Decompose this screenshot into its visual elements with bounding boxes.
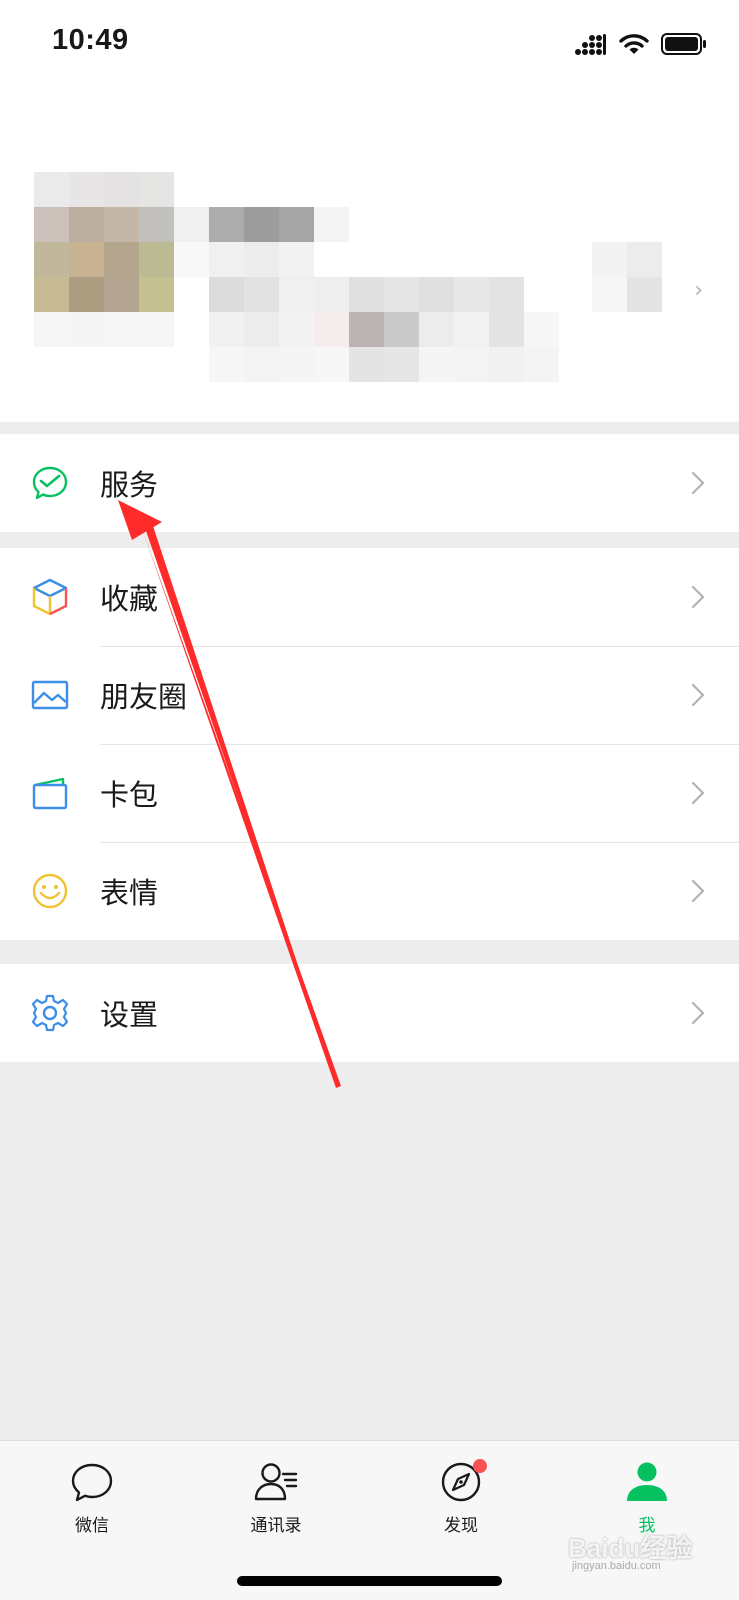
status-bar: 10:49 bbox=[0, 0, 739, 90]
card-wallet-icon bbox=[32, 777, 68, 810]
tab-discover-label: 发现 bbox=[444, 1516, 478, 1536]
me-person-icon bbox=[627, 1462, 667, 1501]
chevron-right-icon bbox=[691, 683, 705, 707]
battery-icon bbox=[661, 33, 706, 55]
chevron-right-icon bbox=[691, 879, 705, 903]
tab-contacts[interactable]: 通讯录 bbox=[216, 1459, 336, 1549]
menu-item-stickers-label: 表情 bbox=[100, 876, 159, 910]
menu-item-moments[interactable]: 朋友圈 bbox=[0, 646, 739, 744]
contacts-icon bbox=[254, 1463, 298, 1501]
moments-picture-icon bbox=[31, 680, 69, 710]
chevron-right-icon bbox=[691, 781, 705, 805]
tab-chats[interactable]: 微信 bbox=[32, 1459, 152, 1549]
chevron-right-icon bbox=[691, 585, 705, 609]
menu-group-main: 收藏 朋友圈 卡包 表情 bbox=[0, 548, 739, 940]
menu-item-favorites[interactable]: 收藏 bbox=[0, 548, 739, 646]
tab-contacts-label: 通讯录 bbox=[250, 1516, 302, 1536]
menu-item-card-wallet-label: 卡包 bbox=[100, 778, 159, 812]
menu-item-favorites-label: 收藏 bbox=[100, 582, 159, 616]
chat-bubble-icon bbox=[71, 1463, 113, 1502]
profile-header[interactable]: › bbox=[0, 90, 739, 422]
settings-gear-icon bbox=[31, 994, 69, 1032]
menu-item-settings[interactable]: 设置 bbox=[0, 964, 739, 1062]
tab-chats-label: 微信 bbox=[75, 1516, 109, 1536]
menu-item-moments-label: 朋友圈 bbox=[100, 680, 188, 714]
wifi-icon bbox=[619, 34, 649, 54]
menu-item-services[interactable]: 服务 bbox=[0, 434, 739, 532]
status-icons bbox=[575, 30, 707, 58]
profile-chevron-icon: › bbox=[694, 278, 703, 303]
status-time: 10:49 bbox=[52, 24, 129, 56]
menu-group-settings: 设置 bbox=[0, 964, 739, 1062]
favorites-cube-icon bbox=[32, 578, 68, 616]
service-icon bbox=[32, 466, 68, 500]
chevron-right-icon bbox=[691, 1001, 705, 1025]
discover-badge-dot bbox=[473, 1459, 487, 1473]
menu-item-card-wallet[interactable]: 卡包 bbox=[0, 744, 739, 842]
baidu-watermark-url: jingyan.baidu.com bbox=[572, 1560, 661, 1572]
menu-item-stickers[interactable]: 表情 bbox=[0, 842, 739, 940]
cellular-signal-icon bbox=[575, 34, 606, 55]
tab-discover[interactable]: 发现 bbox=[401, 1459, 521, 1549]
sticker-smiley-icon bbox=[32, 873, 68, 909]
chevron-right-icon bbox=[691, 471, 705, 495]
menu-item-services-label: 服务 bbox=[100, 468, 159, 502]
menu-group-services: 服务 bbox=[0, 434, 739, 532]
home-indicator[interactable] bbox=[237, 1576, 502, 1586]
menu-item-settings-label: 设置 bbox=[100, 998, 159, 1032]
